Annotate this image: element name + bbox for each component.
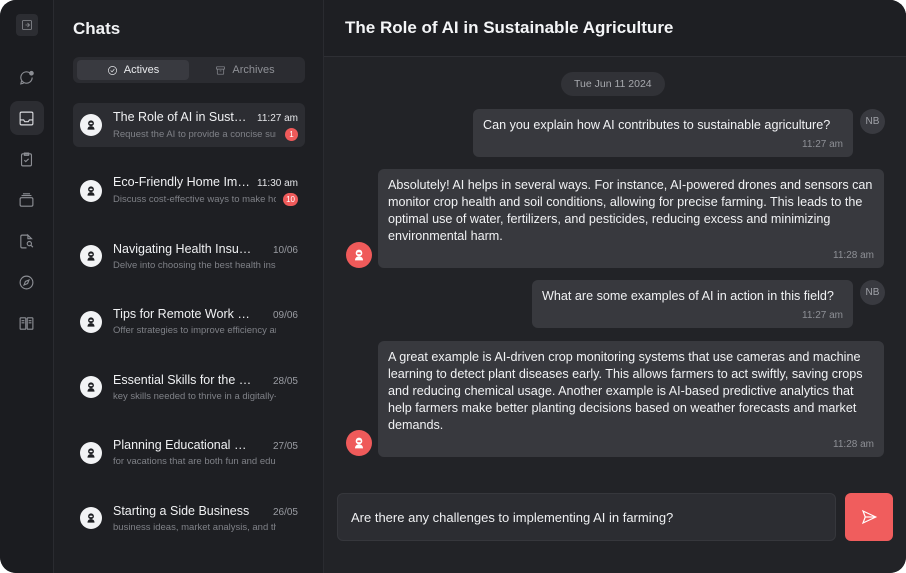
chat-name: Starting a Side Business [113,503,250,518]
chat-list-item[interactable]: Planning Educational Family Trips 27/05 f… [73,431,305,475]
chat-preview: Offer strategies to improve efficiency a… [113,325,276,336]
robot-icon [87,447,95,458]
chat-list-panel: Chats Actives Archives The Role of AI in… [54,0,324,573]
robot-icon [87,316,95,327]
document-search-icon [20,233,34,248]
chat-app: Chats Actives Archives The Role of AI in… [0,0,906,573]
document-search-button[interactable] [10,224,44,258]
robot-icon [87,382,95,392]
chat-name: Eco-Friendly Home Improvements [113,175,253,189]
message-text: What are some examples of AI in action i… [542,289,834,303]
chat-name: Planning Educational Family Trips [113,438,253,452]
tab-archives[interactable]: Archives [189,60,301,80]
assistant-avatar [80,179,102,202]
chat-time: 26/05 [272,506,298,518]
assistant-avatar [80,507,102,529]
message-text: Absolutely! AI helps in several ways. Fo… [388,178,873,243]
tab-actives-label: Actives [123,64,160,76]
inbox-button[interactable] [9,101,44,135]
chat-preview: Discuss cost-effective ways to make home… [113,194,276,205]
assistant-avatar [80,114,102,136]
chat-name: Tips for Remote Work Productivity [113,307,253,321]
assistant-message: A great example is AI-driven crop monito… [378,341,884,457]
robot-icon [87,251,95,261]
icon-rail [0,0,54,573]
assistant-avatar [80,310,102,333]
chat-time: 28/05 [272,375,298,387]
chat-time: 11:27 am [257,112,298,124]
chat-preview: key skills needed to thrive in a digital… [113,390,276,402]
robot-icon [87,513,95,523]
conversation-title: The Role of AI in Sustainable Agricultur… [345,18,674,37]
assistant-avatar [80,376,102,398]
sidebar-toggle-icon [21,20,32,30]
clipboard-check-icon [20,152,33,166]
chat-name: The Role of AI in Sustainable Agricultur… [113,109,253,124]
inbox-icon [19,111,34,125]
new-chat-icon [20,70,34,85]
assistant-avatar [346,430,372,456]
send-icon [861,509,878,525]
user-avatar: NB [860,280,885,305]
archive-box-icon [216,65,226,75]
chat-list: The Role of AI in Sustainable Agricultur… [73,103,305,540]
chat-list-item[interactable]: Eco-Friendly Home Improvements 11:30 am D… [73,169,305,213]
unread-badge: 10 [283,193,298,206]
message-text: Can you explain how AI contributes to su… [483,118,831,132]
robot-icon [87,185,95,196]
message-text: A great example is AI-driven crop monito… [388,350,863,432]
message-time: 11:28 am [833,250,874,261]
robot-icon [87,120,95,130]
date-separator: Tue Jun 11 2024 [561,72,665,96]
tab-archives-label: Archives [232,64,275,76]
chat-time: 11:30 am [257,178,298,189]
sidebar-toggle-button[interactable] [15,14,38,36]
book-icon [19,316,34,330]
chat-time: 09/06 [272,310,298,321]
robot-icon [355,249,363,261]
chat-preview: Delve into choosing the best health insu… [113,259,276,271]
message-time: 11:27 am [802,310,843,321]
archive-icon [19,192,34,207]
chat-time: 10/06 [272,244,298,256]
chat-list-item[interactable]: Essential Skills for the Digital Age 28/0… [73,365,305,409]
archive-button[interactable] [10,183,44,217]
explore-button[interactable] [10,265,44,299]
chat-list-item[interactable]: The Role of AI in Sustainable Agricultur… [73,103,305,147]
message-input[interactable] [351,509,835,525]
conversation-panel: The Role of AI in Sustainable Agricultur… [324,0,906,573]
tasks-button[interactable] [10,142,44,176]
user-avatar: NB [860,109,885,134]
assistant-avatar [80,245,102,267]
user-message: Can you explain how AI contributes to su… [473,109,853,157]
chat-list-item[interactable]: Navigating Health Insurance 10/06 Delve i… [73,234,305,278]
user-message: What are some examples of AI in action i… [532,280,853,328]
chats-title: Chats [73,19,121,38]
message-time: 11:27 am [802,139,843,150]
compass-icon [19,275,34,289]
robot-icon [355,437,363,449]
conversation-header: The Role of AI in Sustainable Agricultur… [324,0,906,57]
chat-list-item[interactable]: Tips for Remote Work Productivity 09/06 O… [73,300,305,344]
chat-preview: Request the AI to provide a concise summ… [113,128,276,140]
chat-preview: for vacations that are both fun and educ… [113,456,276,467]
tab-actives[interactable]: Actives [77,60,189,80]
chat-name: Essential Skills for the Digital Age [113,372,253,387]
check-circle-icon [107,65,117,75]
message-time: 11:28 am [833,439,874,450]
new-chat-button[interactable] [10,60,44,94]
chat-time: 27/05 [272,441,298,452]
library-button[interactable] [10,306,44,340]
chat-preview: business ideas, market analysis, and the… [113,521,276,533]
chat-name: Navigating Health Insurance [113,241,253,256]
message-composer [337,493,836,541]
chat-list-item[interactable]: Starting a Side Business 26/05 business i… [73,496,305,540]
assistant-avatar [346,242,372,268]
chat-filter-tabs: Actives Archives [73,57,305,83]
assistant-message: Absolutely! AI helps in several ways. Fo… [378,169,884,268]
send-button[interactable] [845,493,893,541]
assistant-avatar [80,441,102,464]
unread-badge: 1 [285,127,298,141]
